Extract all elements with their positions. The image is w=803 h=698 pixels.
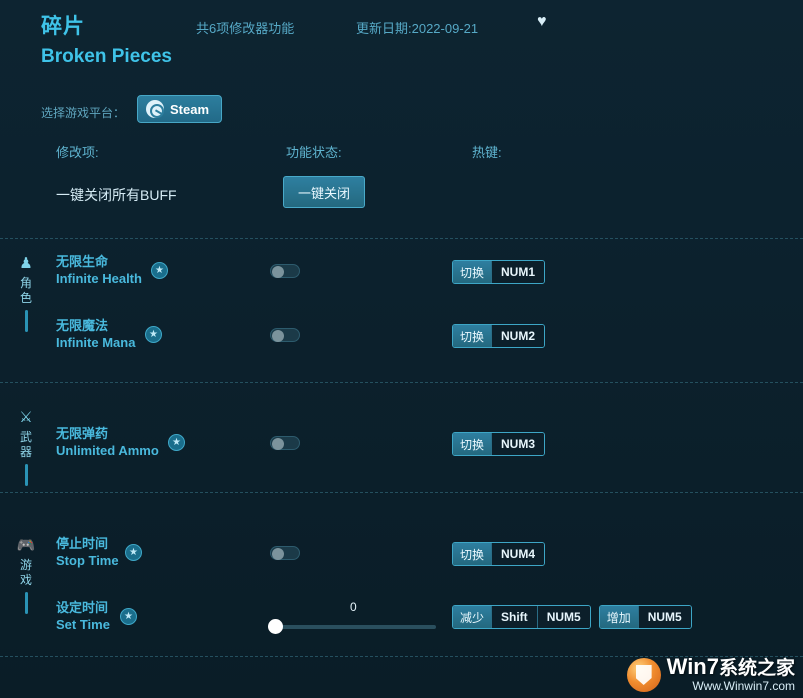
watermark-main-left: Win7	[666, 654, 719, 679]
row-infinite-mana-name-cn: 无限魔法	[56, 318, 109, 333]
hotkey-chip[interactable]: 切换 NUM1	[452, 260, 546, 284]
hotkey-action-label: 切换	[453, 261, 492, 283]
row-infinite-mana-toggle[interactable]	[270, 328, 300, 342]
divider-3	[0, 492, 803, 493]
slider-track[interactable]	[268, 625, 436, 629]
toggle-knob	[272, 438, 284, 450]
watermark-sub: Www.Winwin7.com	[692, 679, 795, 693]
hotkey-action-label: 增加	[599, 606, 638, 628]
master-disable-row: 一键关闭所有BUFF 一键关闭	[0, 176, 803, 222]
column-header-hotkey: 热键:	[472, 145, 502, 160]
update-date-label: 更新日期:2022-09-21	[356, 21, 479, 36]
row-infinite-mana-star-icon[interactable]: ★	[145, 326, 162, 343]
row-infinite-health: 无限生命 Infinite Health ★ 切换 NUM1	[0, 248, 803, 304]
hotkey-key2-label: NUM5	[536, 606, 590, 628]
row-stop-time-star-icon[interactable]: ★	[125, 544, 142, 561]
watermark-logo-icon	[626, 658, 661, 692]
row-infinite-health-name-cn: 无限生命	[56, 254, 109, 269]
hotkey-action-label: 减少	[453, 606, 492, 628]
row-stop-time-toggle[interactable]	[270, 546, 300, 560]
row-infinite-health-toggle[interactable]	[270, 264, 300, 278]
row-stop-time-hotkeys: 切换 NUM4	[452, 542, 546, 566]
platform-selector-row: 选择游戏平台： Steam	[0, 92, 803, 136]
row-infinite-mana-names: 无限魔法 Infinite Mana	[56, 318, 135, 351]
row-set-time-star-icon[interactable]: ★	[120, 608, 137, 625]
platform-steam-label: Steam	[170, 101, 210, 117]
group-weapon: ⚔ 武器 无限弹药 Unlimited Ammo ★ 切换 NUM3	[0, 402, 803, 486]
row-infinite-mana-hotkeys: 切换 NUM2	[452, 324, 546, 348]
hotkey-action-label: 切换	[453, 543, 492, 565]
watermark-main-right: 系统之家	[718, 658, 795, 679]
divider-2	[0, 382, 803, 383]
hotkey-key-label: NUM2	[491, 325, 545, 347]
master-disable-button[interactable]: 一键关闭	[283, 176, 366, 208]
row-set-time: 设定时间 Set Time ★ 0 减少 Shift NUM5 增加 NUM5	[0, 594, 803, 650]
slider-thumb[interactable]	[268, 619, 283, 634]
row-infinite-mana-name-en: Infinite Mana	[56, 335, 136, 350]
column-header-mod-item: 修改项:	[56, 145, 99, 160]
row-unlimited-ammo-name-en: Unlimited Ammo	[56, 443, 159, 458]
row-set-time-slider-value: 0	[350, 600, 357, 614]
cheat-trainer-window: 碎片 共6项修改器功能 更新日期:2022-09-21 ♥ Broken Pie…	[0, 0, 803, 698]
hotkey-key-label: NUM3	[491, 433, 545, 455]
row-infinite-health-names: 无限生命 Infinite Health	[56, 254, 142, 287]
row-infinite-health-star-icon[interactable]: ★	[151, 262, 168, 279]
row-infinite-mana: 无限魔法 Infinite Mana ★ 切换 NUM2	[0, 312, 803, 368]
hotkey-key-label: Shift	[491, 606, 537, 628]
row-set-time-name-en: Set Time	[56, 617, 110, 632]
hotkey-chip-increase[interactable]: 增加 NUM5	[598, 605, 692, 629]
steam-icon	[146, 100, 164, 118]
hotkey-key-label: NUM4	[491, 543, 545, 565]
watermark-main: Win7系统之家	[666, 654, 795, 679]
row-unlimited-ammo-toggle[interactable]	[270, 436, 300, 450]
feature-count-label: 共6项修改器功能	[196, 21, 295, 36]
group-character: ♟ 角色 无限生命 Infinite Health ★ 切换 NUM1 无限魔法…	[0, 248, 803, 376]
group-game: 🎮 游戏 停止时间 Stop Time ★ 切换 NUM4 设定时间 Set T…	[0, 530, 803, 650]
hotkey-action-label: 切换	[453, 325, 492, 347]
platform-label: 选择游戏平台：	[41, 106, 126, 120]
row-infinite-health-hotkeys: 切换 NUM1	[452, 260, 546, 284]
row-stop-time-name-cn: 停止时间	[56, 536, 109, 551]
toggle-knob	[272, 266, 284, 278]
hotkey-chip[interactable]: 切换 NUM3	[452, 432, 546, 456]
favorite-heart-icon[interactable]: ♥	[537, 14, 547, 30]
hotkey-chip[interactable]: 切换 NUM4	[452, 542, 546, 566]
row-unlimited-ammo: 无限弹药 Unlimited Ammo ★ 切换 NUM3	[0, 420, 803, 476]
row-unlimited-ammo-star-icon[interactable]: ★	[168, 434, 185, 451]
row-unlimited-ammo-hotkeys: 切换 NUM3	[452, 432, 546, 456]
platform-steam-button[interactable]: Steam	[137, 95, 223, 123]
column-header-status: 功能状态:	[286, 145, 342, 160]
toggle-knob	[272, 330, 284, 342]
window-header: 碎片 共6项修改器功能 更新日期:2022-09-21 ♥ Broken Pie…	[0, 0, 803, 88]
hotkey-chip-decrease[interactable]: 减少 Shift NUM5	[452, 605, 591, 629]
row-unlimited-ammo-names: 无限弹药 Unlimited Ammo	[56, 426, 159, 459]
hotkey-key-label: NUM1	[491, 261, 545, 283]
toggle-knob	[272, 548, 284, 560]
hotkey-key-label: NUM5	[637, 606, 691, 628]
row-set-time-hotkeys: 减少 Shift NUM5 增加 NUM5	[452, 605, 692, 629]
table-column-headers: 修改项: 功能状态: 热键:	[0, 142, 803, 168]
row-stop-time-names: 停止时间 Stop Time	[56, 536, 119, 569]
row-infinite-health-name-en: Infinite Health	[56, 271, 142, 286]
watermark: Win7系统之家 Www.Winwin7.com	[626, 654, 795, 693]
row-unlimited-ammo-name-cn: 无限弹药	[56, 426, 109, 441]
row-set-time-names: 设定时间 Set Time	[56, 600, 110, 633]
hotkey-chip[interactable]: 切换 NUM2	[452, 324, 546, 348]
hotkey-action-label: 切换	[453, 433, 492, 455]
page-title-en: Broken Pieces	[41, 46, 172, 67]
row-stop-time: 停止时间 Stop Time ★ 切换 NUM4	[0, 530, 803, 586]
watermark-text: Win7系统之家 Www.Winwin7.com	[666, 654, 795, 693]
divider-1	[0, 238, 803, 239]
row-stop-time-name-en: Stop Time	[56, 553, 119, 568]
row-set-time-name-cn: 设定时间	[56, 600, 109, 615]
master-disable-label: 一键关闭所有BUFF	[56, 187, 177, 203]
page-title-cn: 碎片	[41, 15, 85, 38]
